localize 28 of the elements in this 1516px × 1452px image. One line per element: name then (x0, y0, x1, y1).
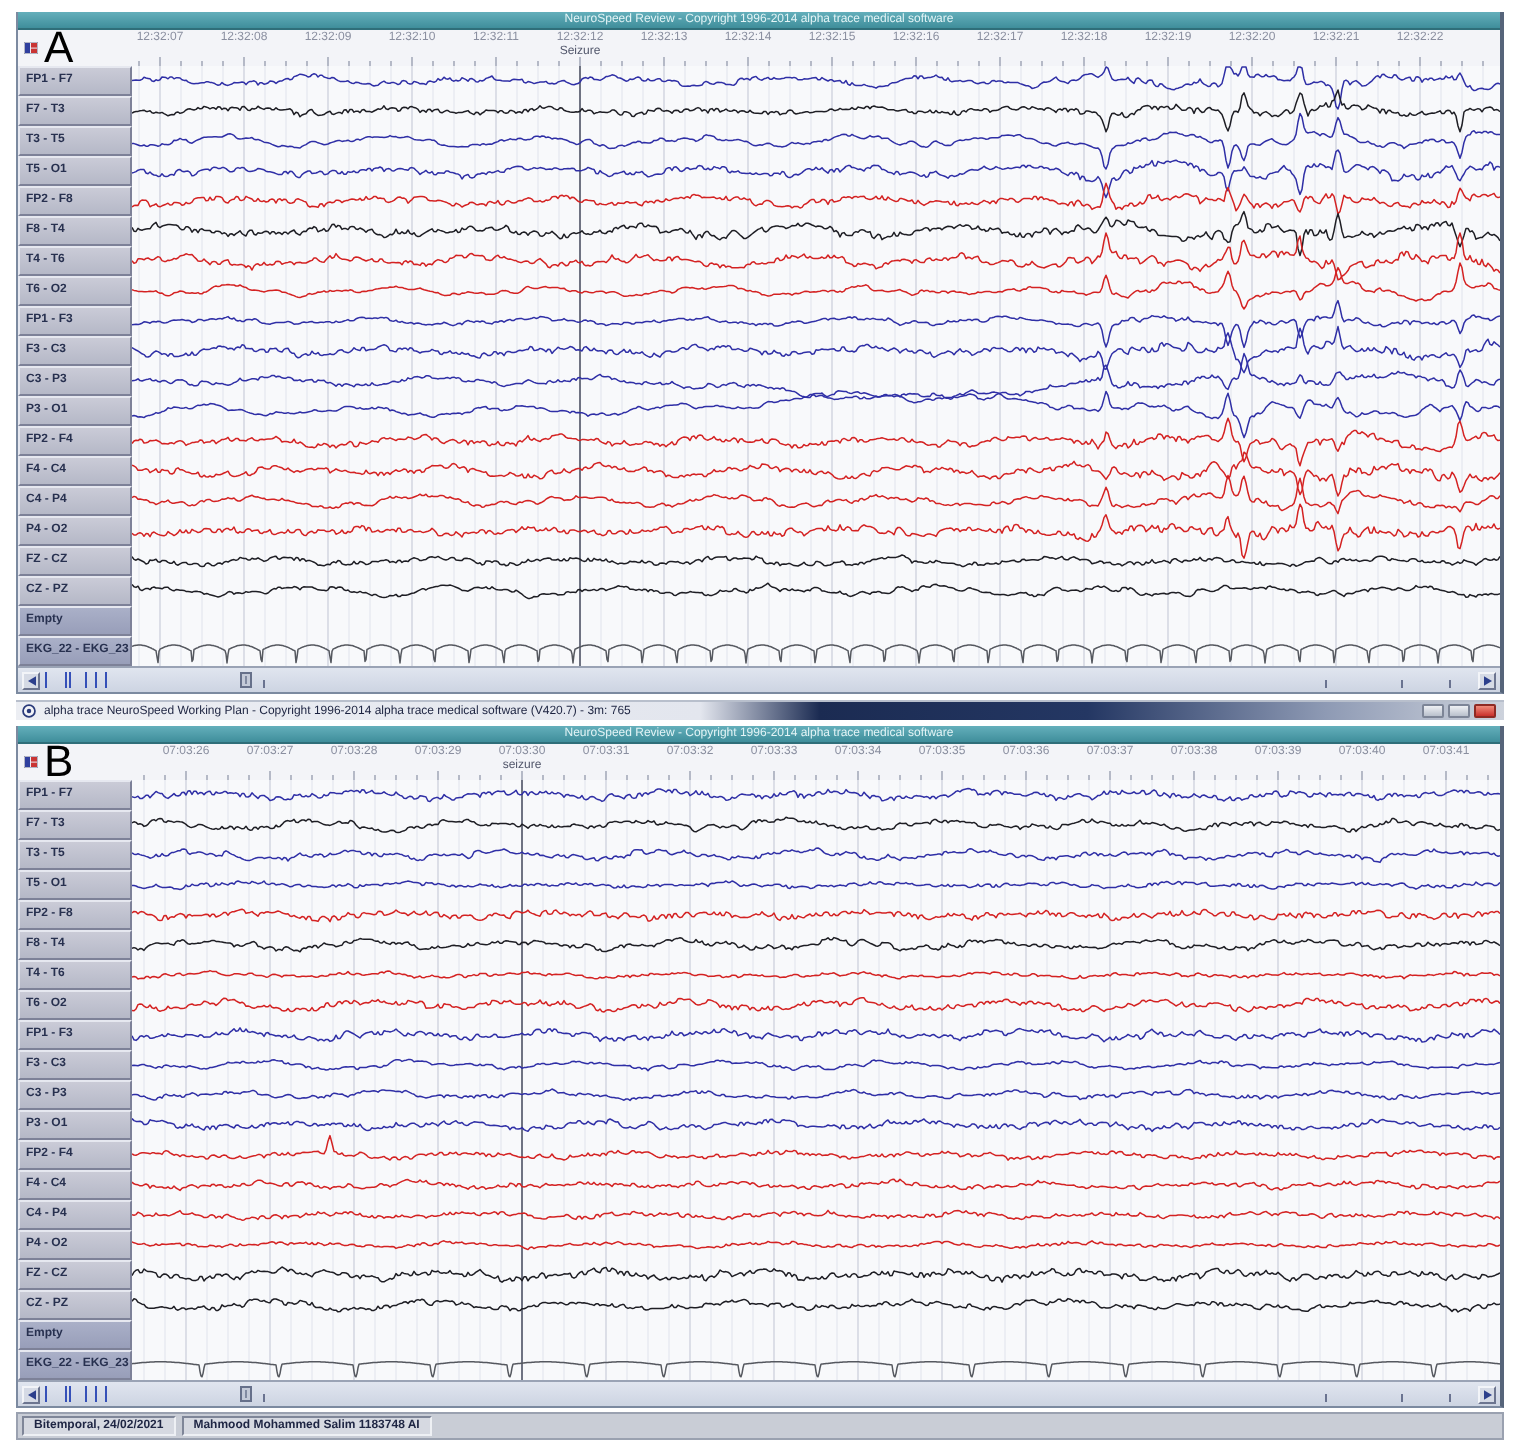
event-mark (1449, 1393, 1451, 1403)
scroll-left-button[interactable] (22, 671, 40, 689)
scroll-thumb[interactable] (240, 672, 252, 688)
maximize-button[interactable] (1448, 704, 1470, 718)
event-mark (1325, 1393, 1327, 1403)
scroll-thumb[interactable] (240, 1386, 252, 1402)
flag-icon[interactable] (24, 42, 38, 54)
logo-icon (22, 704, 36, 718)
scroll-left-button[interactable] (22, 1385, 40, 1403)
close-button[interactable] (1474, 704, 1496, 718)
scrollbar[interactable] (18, 666, 1500, 692)
event-mark (1449, 679, 1451, 689)
event-mark (1401, 1393, 1403, 1403)
left-arrow-icon (27, 1389, 35, 1399)
event-mark (1401, 679, 1403, 689)
panel-letter: A (44, 28, 74, 66)
left-arrow-icon (27, 675, 35, 685)
flag-icon[interactable] (24, 756, 38, 768)
scroll-right-button[interactable] (1478, 1385, 1496, 1403)
scrollbar[interactable] (18, 1380, 1500, 1406)
event-mark (263, 679, 265, 689)
panel-letter: B (44, 742, 74, 780)
right-arrow-icon (1483, 675, 1491, 685)
scroll-right-button[interactable] (1478, 671, 1496, 689)
minimize-button[interactable] (1422, 704, 1444, 718)
event-mark (263, 1393, 265, 1403)
event-mark (1325, 679, 1327, 689)
right-arrow-icon (1483, 1389, 1491, 1399)
